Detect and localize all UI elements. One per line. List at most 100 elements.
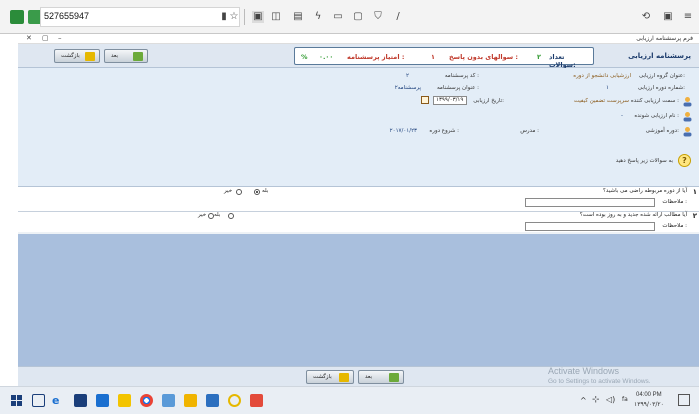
evaluator-role-label: سمت ارزیابی کننده : (630, 98, 679, 104)
question-count-value: ۲ (537, 53, 541, 61)
questionnaire-form: بازگشت بعد % ۰.۰۰ امتیاز پرسشنامه : ۱ سو… (18, 44, 699, 366)
photos-icon[interactable] (118, 394, 131, 407)
question-text: آیا از دوره مربوطه راضی می باشید؟ (603, 188, 687, 194)
question-number: ۲ (692, 212, 697, 220)
activation-title: Activate Windows (548, 366, 620, 376)
option-no-label: خیر (198, 212, 207, 218)
window-title: فرم پرسشنامه ارزیابی (636, 35, 693, 42)
monitor-icon[interactable]: ▢ (352, 11, 364, 23)
footer-back-button[interactable]: بازگشت (306, 370, 354, 384)
network-icon[interactable]: ⊹ (592, 395, 600, 405)
radio-no[interactable] (208, 213, 214, 219)
option-no-label: خیر (224, 188, 233, 194)
close-button[interactable]: ✕ (26, 34, 32, 42)
help-icon: ? (678, 154, 691, 167)
task-view-icon[interactable] (32, 394, 45, 407)
notes-input[interactable] (525, 222, 655, 231)
left-strip (0, 34, 18, 386)
chrome-icon[interactable] (140, 394, 153, 407)
next-label: بعد (111, 53, 119, 59)
pen-icon[interactable]: / (392, 11, 404, 23)
questionnaire-title-value: پرسشنامه۲ (394, 85, 421, 91)
period-number-label: شماره دوره ارزیابی: (637, 85, 685, 91)
app-logo-icon[interactable] (10, 10, 24, 24)
next-arrow-icon (389, 373, 399, 382)
windows-start-icon[interactable] (10, 394, 23, 407)
notes-label: ملاحظات : (662, 199, 687, 205)
window-titlebar: فرم پرسشنامه ارزیابی ✕ ▢ – (18, 34, 699, 44)
notes-label: ملاحظات : (662, 223, 687, 229)
history-icon[interactable]: ⟲ (640, 11, 652, 23)
clock-time[interactable]: 04:00 PM (636, 392, 662, 398)
footer-back-label: بازگشت (313, 374, 332, 380)
clock-date[interactable]: ۱۳۹۹/۰۳/۲۰ (634, 401, 664, 408)
question-number: ۱ (692, 188, 697, 196)
page-icon[interactable]: ▣ (252, 11, 264, 23)
group-title-value: ارزشیابی دانشجو از دوره (573, 73, 631, 79)
star-icon[interactable]: ☆ (228, 11, 240, 23)
form-header: بازگشت بعد % ۰.۰۰ امتیاز پرسشنامه : ۱ سو… (18, 44, 699, 69)
unanswered-label: سوالهای بدون پاسخ : (449, 53, 518, 61)
activation-sub: Go to Settings to activate Windows. (548, 378, 651, 385)
language-indicator[interactable]: fa (622, 396, 628, 403)
shield-icon[interactable]: ⛉ (372, 11, 384, 23)
recorder-icon[interactable] (250, 394, 263, 407)
back-arrow-icon (85, 52, 95, 61)
maximize-button[interactable]: ▢ (42, 34, 49, 42)
info-panel: عنوان گروه ارزیابی: ارزشیابی دانشجو از د… (18, 68, 699, 186)
question-text: آیا مطالب ارائه شده جدید و به روز بوده ا… (579, 212, 687, 218)
tray-chevron-icon[interactable]: ^ (580, 396, 587, 405)
mail-icon[interactable] (96, 394, 109, 407)
evaluated-name-label: نام ارزیابی شونده : (634, 113, 679, 119)
stats-panel: % ۰.۰۰ امتیاز پرسشنامه : ۱ سوالهای بدون … (294, 47, 594, 69)
notifications-icon[interactable] (678, 394, 690, 406)
radio-yes[interactable] (254, 189, 260, 195)
keyboard-icon[interactable]: ▭ (332, 11, 344, 23)
address-text: 527655947 (44, 11, 90, 21)
eval-date-field[interactable]: ۱۳۹۹/۰۳/۱۹ (433, 96, 467, 105)
store-icon[interactable] (74, 394, 87, 407)
calendar-icon[interactable] (421, 96, 429, 104)
taskbar: e ^ ⊹ ◁) fa 04:00 PM ۱۳۹۹/۰۳/۲۰ (0, 386, 699, 414)
notes-input[interactable] (525, 198, 655, 207)
lightning-icon[interactable]: ϟ (312, 11, 324, 23)
evaluated-name-value: - (621, 113, 623, 119)
option-yes-label: بله (214, 212, 221, 218)
group-title-label: عنوان گروه ارزیابی: (638, 73, 685, 79)
minimize-button[interactable]: – (58, 34, 62, 42)
questions-list: ۱ آیا از دوره مربوطه راضی می باشید؟ ملاح… (18, 186, 699, 232)
panel-icon[interactable]: ▣ (662, 11, 674, 23)
tab-icon[interactable]: ◫ (270, 11, 282, 23)
radio-yes[interactable] (228, 213, 234, 219)
menu-icon[interactable]: ≡ (682, 11, 694, 23)
questionnaire-code-value: ۲ (406, 73, 409, 79)
radio-no[interactable] (236, 189, 242, 195)
edge-icon[interactable]: e (52, 394, 65, 407)
chat-icon[interactable]: ▤ (292, 11, 304, 23)
period-number-value: ۱ (606, 85, 609, 91)
footer-next-label: بعد (365, 374, 373, 380)
browser-toolbar: 527655947 ▮ ☆ ▣ ◫ ▤ ϟ ▭ ▢ ⛉ / ⟲ ▣ ≡ (0, 0, 699, 34)
teacher-label: مدرس : (520, 128, 539, 134)
start-value: ۲۰۱۷/۰۱/۲۳ (389, 128, 417, 134)
footer-next-button[interactable]: بعد (358, 370, 404, 384)
search-app-icon[interactable] (162, 394, 175, 407)
next-arrow-icon (133, 52, 143, 61)
evaluated-person-icon (682, 111, 693, 122)
folder-icon[interactable] (184, 394, 197, 407)
questions-prompt: به سوالات زیر پاسخ دهید (615, 158, 673, 164)
score-unit: % (301, 53, 308, 61)
score-value: ۰.۰۰ (319, 53, 334, 61)
option-yes-label: بله (262, 188, 269, 194)
files-icon[interactable] (206, 394, 219, 407)
unanswered-value: ۱ (431, 53, 435, 61)
volume-icon[interactable]: ◁) (606, 395, 615, 404)
course-person-icon (682, 126, 693, 137)
questionnaire-title-label: عنوان پرسشنامه : (436, 85, 479, 91)
evaluator-role-value: سرپرست تضمین کیفیت (573, 98, 629, 104)
score-label: امتیاز پرسشنامه : (347, 53, 405, 61)
next-button[interactable]: بعد (104, 49, 148, 63)
back-button[interactable]: بازگشت (54, 49, 100, 63)
evaluator-person-icon (682, 96, 693, 107)
clock-app-icon[interactable] (228, 394, 241, 407)
